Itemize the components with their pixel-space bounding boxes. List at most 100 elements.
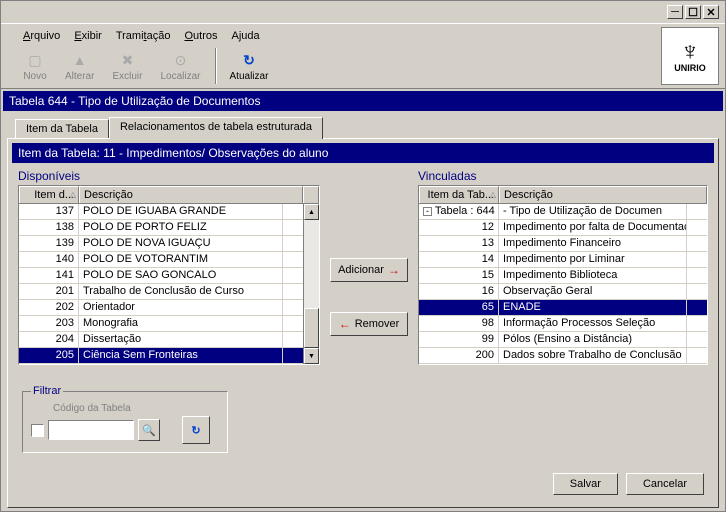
cell-desc: Impedimento Biblioteca: [499, 268, 687, 283]
tree-toggle[interactable]: - Tabela : 644: [419, 204, 499, 219]
toolbar-atualizar[interactable]: ↻ Atualizar: [222, 48, 277, 84]
grid-vinculadas[interactable]: Item da Tab...△ Descrição - Tabela : 644…: [418, 185, 708, 365]
cell-id: 137: [19, 204, 79, 219]
cell-id: 98: [419, 316, 499, 331]
logo-text: UNIRIO: [674, 63, 706, 73]
panel-label-vinculadas: Vinculadas: [418, 169, 708, 183]
cell-desc: Dados sobre Trabalho de Conclusão: [499, 348, 687, 363]
app-window: ─ ☐ ✕ Arquivo Exibir Tramitação Outros A…: [0, 0, 726, 512]
cell-desc: - Tipo de Utilização de Documen: [499, 204, 687, 219]
filter-refresh-button[interactable]: ↻: [182, 416, 210, 444]
tab-item[interactable]: Item da Tabela: [15, 119, 109, 138]
adicionar-button[interactable]: Adicionar →: [330, 258, 408, 282]
footer-buttons: Salvar Cancelar: [553, 473, 704, 495]
search-icon: 🔍: [142, 424, 156, 437]
table-row[interactable]: 140POLO DE VOTORANTIM: [19, 252, 319, 268]
table-row[interactable]: 138POLO DE PORTO FELIZ: [19, 220, 319, 236]
menu-ajuda[interactable]: Ajuda: [225, 28, 265, 44]
filter-group: Filtrar Código da Tabela 🔍 ↻: [22, 385, 228, 453]
table-row[interactable]: 204Dissertação: [19, 332, 319, 348]
col-header-desc[interactable]: Descrição: [499, 186, 707, 203]
menu-tramitacao[interactable]: Tramitação: [110, 28, 177, 44]
table-row[interactable]: 141POLO DE SAO GONCALO: [19, 268, 319, 284]
scroll-thumb[interactable]: [304, 308, 319, 348]
new-icon: ▢: [25, 50, 45, 70]
tabs: Item da Tabela Relacionamentos de tabela…: [15, 117, 725, 138]
table-row[interactable]: 200Dados sobre Trabalho de Conclusão: [419, 348, 707, 364]
section-title: Item da Tabela: 11 - Impedimentos/ Obser…: [12, 143, 714, 163]
table-row[interactable]: 139POLO DE NOVA IGUAÇU: [19, 236, 319, 252]
table-row[interactable]: 13Impedimento Financeiro: [419, 236, 707, 252]
cancelar-button[interactable]: Cancelar: [626, 473, 704, 495]
toolbar: ▢ Novo ▲ Alterar ✖ Excluir ⊙ Localizar ↻…: [1, 46, 725, 89]
salvar-button[interactable]: Salvar: [553, 473, 618, 495]
table-row[interactable]: 15Impedimento Biblioteca: [419, 268, 707, 284]
edit-icon: ▲: [70, 50, 90, 70]
cell-desc: Impedimento por falta de Documentação: [499, 220, 687, 235]
close-icon: ✕: [706, 6, 715, 19]
search-icon: ⊙: [170, 50, 190, 70]
grid-disponiveis[interactable]: Item d...△ Descrição 137POLO DE IGUABA G…: [18, 185, 320, 365]
minimize-icon: ─: [671, 6, 679, 18]
refresh-icon: ↻: [191, 424, 200, 437]
toolbar-novo[interactable]: ▢ Novo: [15, 48, 55, 84]
cell-desc: POLO DE NOVA IGUAÇU: [79, 236, 283, 251]
cell-desc: Orientador: [79, 300, 283, 315]
scroll-down-icon[interactable]: ▼: [304, 348, 319, 364]
cell-desc: Informação Processos Seleção: [499, 316, 687, 331]
table-row[interactable]: 205Ciência Sem Fronteiras: [19, 348, 319, 364]
toolbar-localizar[interactable]: ⊙ Localizar: [152, 48, 208, 84]
cell-desc: Observação Geral: [499, 284, 687, 299]
minimize-button[interactable]: ─: [667, 5, 683, 19]
col-header-id[interactable]: Item da Tab...△: [419, 186, 499, 203]
cell-desc: POLO DE SAO GONCALO: [79, 268, 283, 283]
cell-id: 14: [419, 252, 499, 267]
cell-desc: Pólos (Ensino a Distância): [499, 332, 687, 347]
filter-input[interactable]: [48, 420, 134, 440]
cell-id: 200: [419, 348, 499, 363]
col-header-desc[interactable]: Descrição: [79, 186, 303, 203]
filter-search-button[interactable]: 🔍: [138, 419, 160, 441]
toolbar-excluir[interactable]: ✖ Excluir: [104, 48, 150, 84]
filter-field-label: Código da Tabela: [53, 403, 219, 414]
col-header-scroll: [303, 186, 319, 203]
table-row[interactable]: 16Observação Geral: [419, 284, 707, 300]
sort-asc-icon: △: [70, 190, 76, 199]
maximize-button[interactable]: ☐: [685, 5, 701, 19]
cell-desc: Monografia: [79, 316, 283, 331]
table-row[interactable]: 201Trabalho de Conclusão de Curso: [19, 284, 319, 300]
cell-desc: Ciência Sem Fronteiras: [79, 348, 283, 363]
cell-id: 141: [19, 268, 79, 283]
table-row[interactable]: 98Informação Processos Seleção: [419, 316, 707, 332]
scrollbar[interactable]: ▲ ▼: [303, 204, 319, 364]
menu-exibir[interactable]: Exibir: [68, 28, 108, 44]
cell-desc: POLO DE IGUABA GRANDE: [79, 204, 283, 219]
menu-arquivo[interactable]: Arquivo: [17, 28, 66, 44]
tab-relacionamentos[interactable]: Relacionamentos de tabela estruturada: [109, 117, 323, 139]
remover-button[interactable]: ← Remover: [330, 312, 408, 336]
close-button[interactable]: ✕: [703, 5, 719, 19]
grid-body: - Tabela : 644- Tipo de Utilização de Do…: [419, 204, 707, 364]
cell-desc: POLO DE VOTORANTIM: [79, 252, 283, 267]
table-row[interactable]: 203Monografia: [19, 316, 319, 332]
table-row[interactable]: 137POLO DE IGUABA GRANDE: [19, 204, 319, 220]
filter-legend: Filtrar: [31, 385, 63, 397]
table-row[interactable]: 65ENADE: [419, 300, 707, 316]
arrow-right-icon: →: [388, 263, 400, 277]
cell-id: 203: [19, 316, 79, 331]
tree-group-row[interactable]: - Tabela : 644- Tipo de Utilização de Do…: [419, 204, 707, 220]
table-row[interactable]: 202Orientador: [19, 300, 319, 316]
cell-desc: ENADE: [499, 300, 687, 315]
scroll-track[interactable]: [304, 220, 319, 348]
menu-outros[interactable]: Outros: [178, 28, 223, 44]
filter-checkbox[interactable]: [31, 424, 44, 437]
table-row[interactable]: 14Impedimento por Liminar: [419, 252, 707, 268]
panels: Disponíveis Item d...△ Descrição 137POLO…: [10, 165, 716, 369]
table-row[interactable]: 99Pólos (Ensino a Distância): [419, 332, 707, 348]
toolbar-alterar[interactable]: ▲ Alterar: [57, 48, 102, 84]
col-header-id[interactable]: Item d...△: [19, 186, 79, 203]
scroll-up-icon[interactable]: ▲: [304, 204, 319, 220]
cell-id: 202: [19, 300, 79, 315]
header-title: Tabela 644 - Tipo de Utilização de Docum…: [3, 91, 723, 111]
table-row[interactable]: 12Impedimento por falta de Documentação: [419, 220, 707, 236]
